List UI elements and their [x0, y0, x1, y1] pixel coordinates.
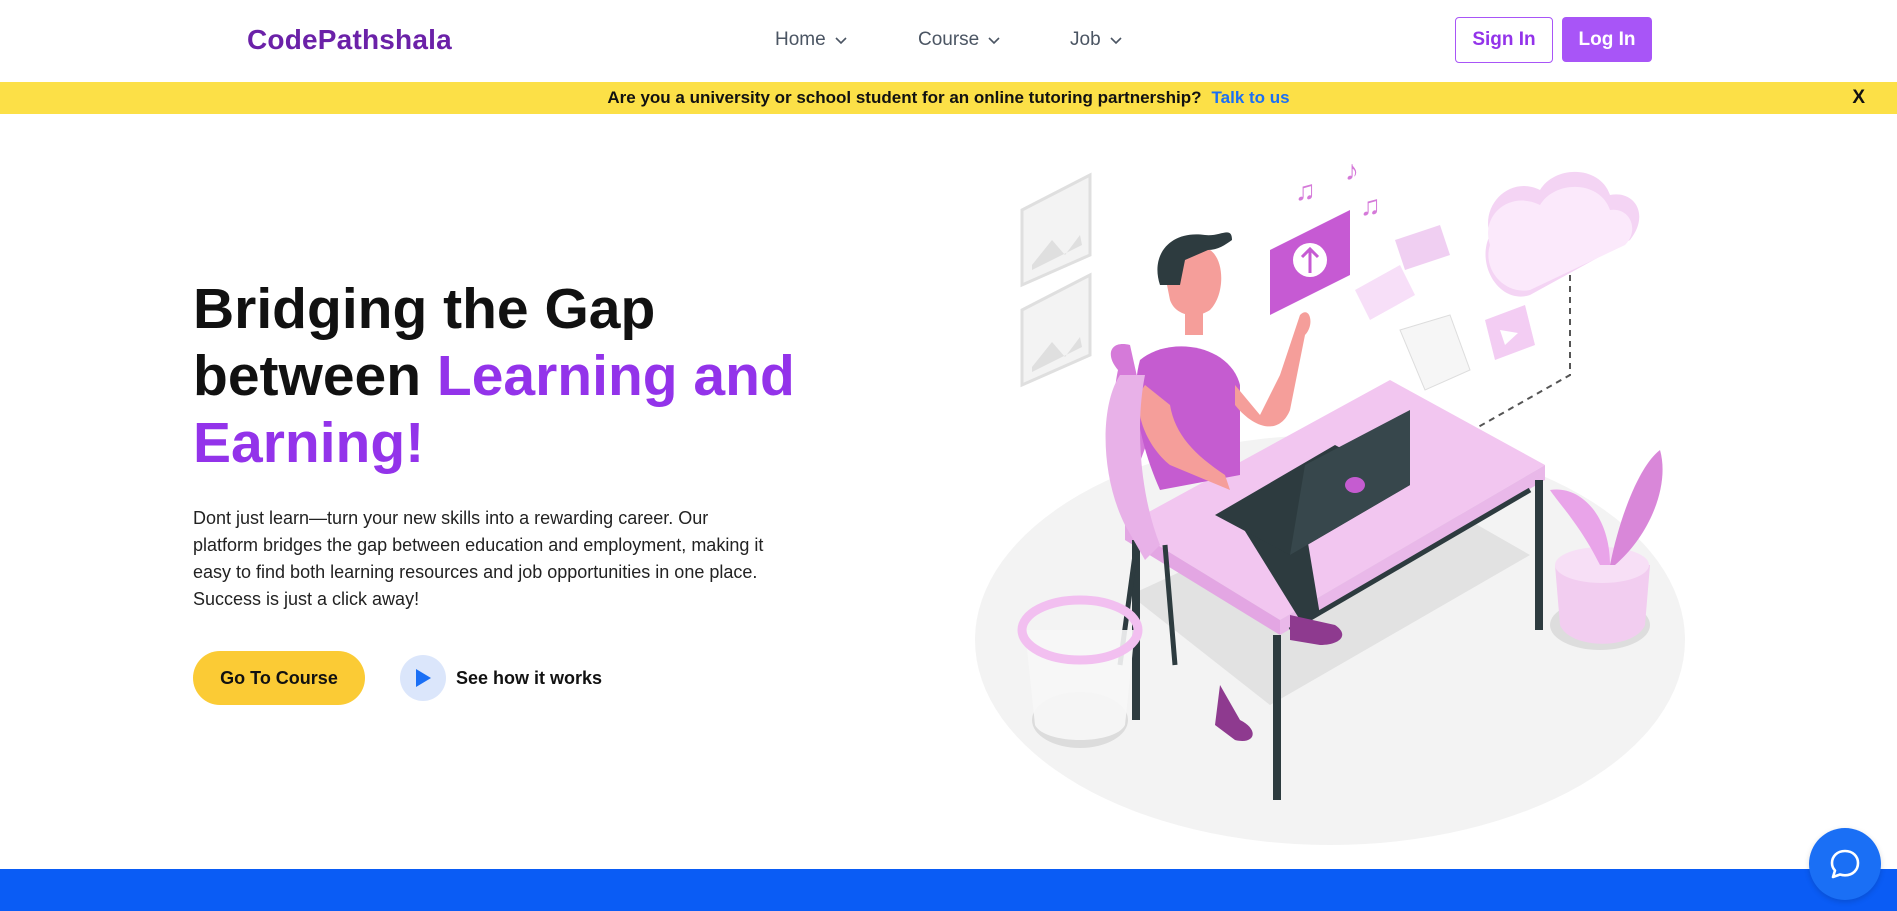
hero-title-line2: between [193, 344, 437, 408]
banner-text: Are you a university or school student f… [607, 88, 1202, 107]
upload-folder-graphic [1270, 210, 1350, 315]
banner-close-button[interactable]: X [1852, 87, 1865, 109]
footer-strip [0, 869, 1897, 911]
talk-to-us-link[interactable]: Talk to us [1212, 88, 1290, 108]
log-in-button[interactable]: Log In [1562, 17, 1652, 62]
chat-bubble-icon [1830, 849, 1860, 879]
go-to-course-button[interactable]: Go To Course [193, 651, 365, 705]
svg-text:♫: ♫ [1360, 190, 1381, 221]
sign-in-button[interactable]: Sign In [1455, 17, 1553, 63]
hero-title: Bridging the Gap between Learning and Ea… [193, 276, 813, 477]
hero-title-line1: Bridging the Gap [193, 277, 656, 341]
chat-button[interactable] [1809, 828, 1881, 900]
nav-item-label: Course [918, 29, 980, 50]
nav-item-label: Job [1070, 29, 1101, 50]
see-how-it-works-button[interactable]: See how it works [400, 655, 602, 701]
hero-description: Dont just learn—turn your new skills int… [193, 508, 764, 609]
site-header: CodePathshala Home Course Job Sign In Lo… [0, 0, 1897, 82]
hero-illustration: ♫ ♪ ♫ [975, 155, 1685, 845]
site-logo[interactable]: CodePathshala [247, 24, 452, 56]
nav-item-job[interactable]: Job [1070, 29, 1123, 51]
nav-item-home[interactable]: Home [775, 29, 848, 51]
picture-frame [1020, 172, 1092, 388]
announcement-banner: Are you a university or school student f… [0, 82, 1897, 114]
see-how-it-works-label: See how it works [456, 667, 603, 688]
hero-title-accent: Learning and [436, 344, 795, 408]
chevron-down-icon [988, 37, 1000, 45]
svg-text:♫: ♫ [1295, 175, 1316, 206]
svg-text:♪: ♪ [1345, 155, 1359, 186]
nav-item-course[interactable]: Course [918, 29, 1001, 51]
chevron-down-icon [835, 37, 847, 45]
hero-title-accent-line3: Earning! [193, 411, 425, 475]
nav-item-label: Home [775, 29, 826, 50]
play-icon [400, 655, 446, 701]
chevron-down-icon [1110, 37, 1122, 45]
